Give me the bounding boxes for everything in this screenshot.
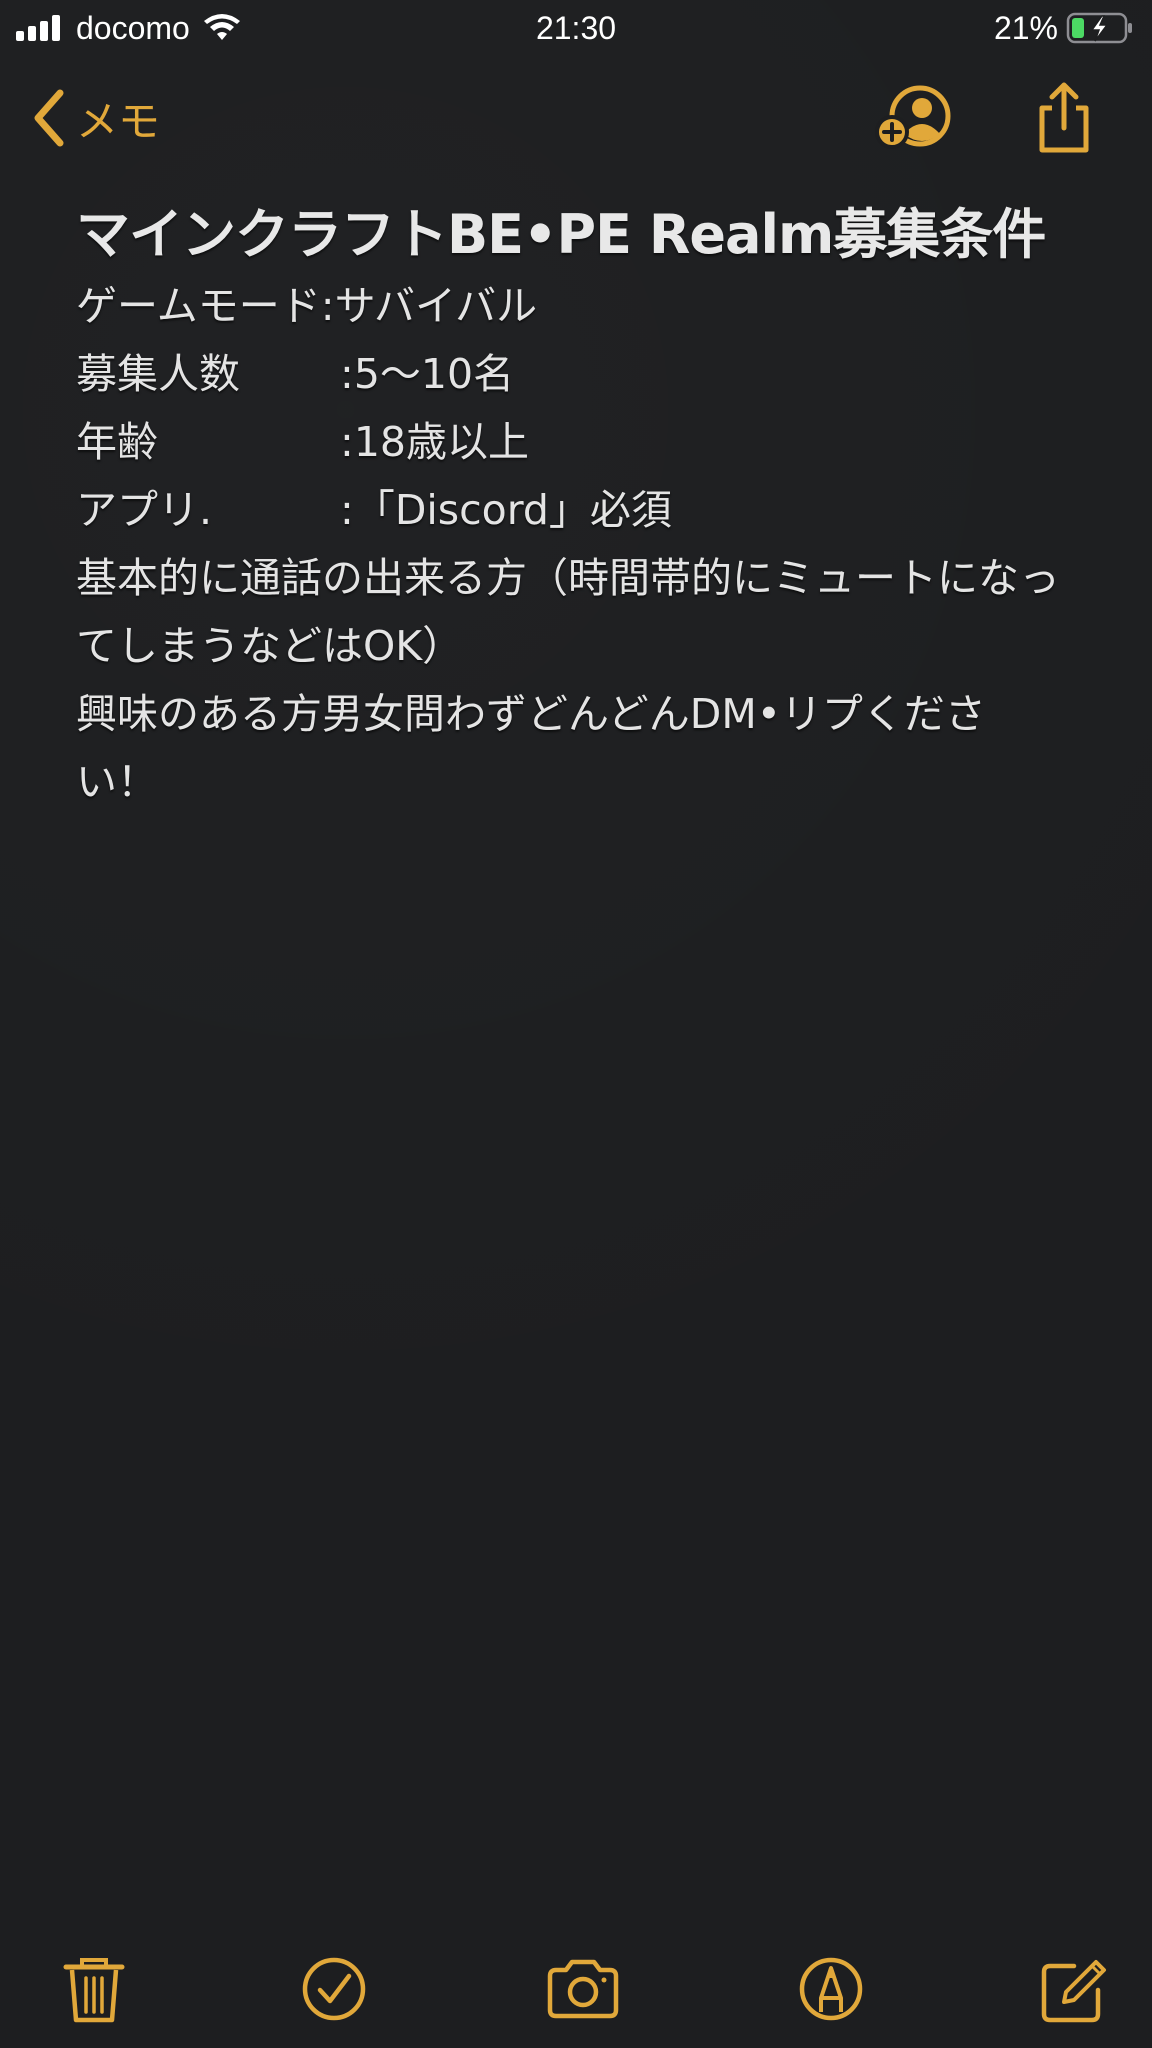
camera-icon [547, 1959, 619, 2019]
field-row-game-mode: ゲームモード:サバイバル [76, 272, 1076, 340]
field-label: 募集人数 [76, 350, 240, 398]
back-button[interactable]: メモ [30, 86, 160, 150]
compose-button[interactable] [1036, 1954, 1108, 2024]
field-value: :18歳以上 [340, 418, 529, 466]
field-value: :「Discord」必須 [340, 486, 672, 534]
note-content[interactable]: マインクラフトBE•PE Realm募集条件 ゲームモード:サバイバル 募集人数… [76, 198, 1076, 816]
field-row-app: アプリ. :「Discord」必須 [76, 476, 1076, 544]
checklist-icon [302, 1957, 366, 2021]
status-time: 21:30 [535, 10, 617, 46]
compose-icon [1041, 1960, 1106, 2023]
markup-button[interactable] [795, 1954, 867, 2024]
battery-fill [1072, 18, 1084, 38]
field-row-age: 年齢 :18歳以上 [76, 408, 1076, 476]
chevron-left-icon [34, 89, 64, 147]
field-label: アプリ. [76, 486, 213, 534]
field-value: :サバイバル [320, 282, 538, 330]
battery-percentage: 21% [993, 9, 1058, 46]
share-button[interactable] [1024, 82, 1104, 154]
status-right: 21% [994, 8, 1134, 48]
back-button-label: メモ [76, 96, 161, 146]
checklist-button[interactable] [298, 1954, 370, 2024]
markup-icon [799, 1957, 863, 2021]
field-row-recruit-count: 募集人数 :5〜10名 [76, 340, 1076, 408]
battery-charging-icon [1066, 12, 1132, 44]
camera-button[interactable] [544, 1954, 622, 2024]
field-value: :5〜10名 [340, 350, 515, 398]
note-paragraph: 基本的に通話の出来る方（時間帯的にミュートになってしまうなどはOK） [76, 554, 1060, 670]
trash-icon [63, 1958, 125, 2023]
note-title[interactable]: マインクラフトBE•PE Realm募集条件 [76, 198, 1076, 272]
bottom-toolbar [0, 1940, 1152, 2030]
share-icon [1039, 82, 1089, 153]
person-add-icon [875, 85, 951, 149]
add-people-button[interactable] [874, 82, 954, 154]
field-label: 年齢 [76, 418, 158, 466]
status-bar: docomo 21:30 21% [0, 0, 1152, 56]
note-paragraph: 興味のある方男女問わずどんどんDM•リプください！ [76, 690, 986, 806]
note-body[interactable]: ゲームモード:サバイバル 募集人数 :5〜10名 年齢 :18歳以上 アプリ. … [76, 272, 1076, 816]
field-label: ゲームモード [76, 282, 321, 330]
delete-button[interactable] [58, 1954, 130, 2024]
navigation-bar: メモ [0, 72, 1152, 164]
